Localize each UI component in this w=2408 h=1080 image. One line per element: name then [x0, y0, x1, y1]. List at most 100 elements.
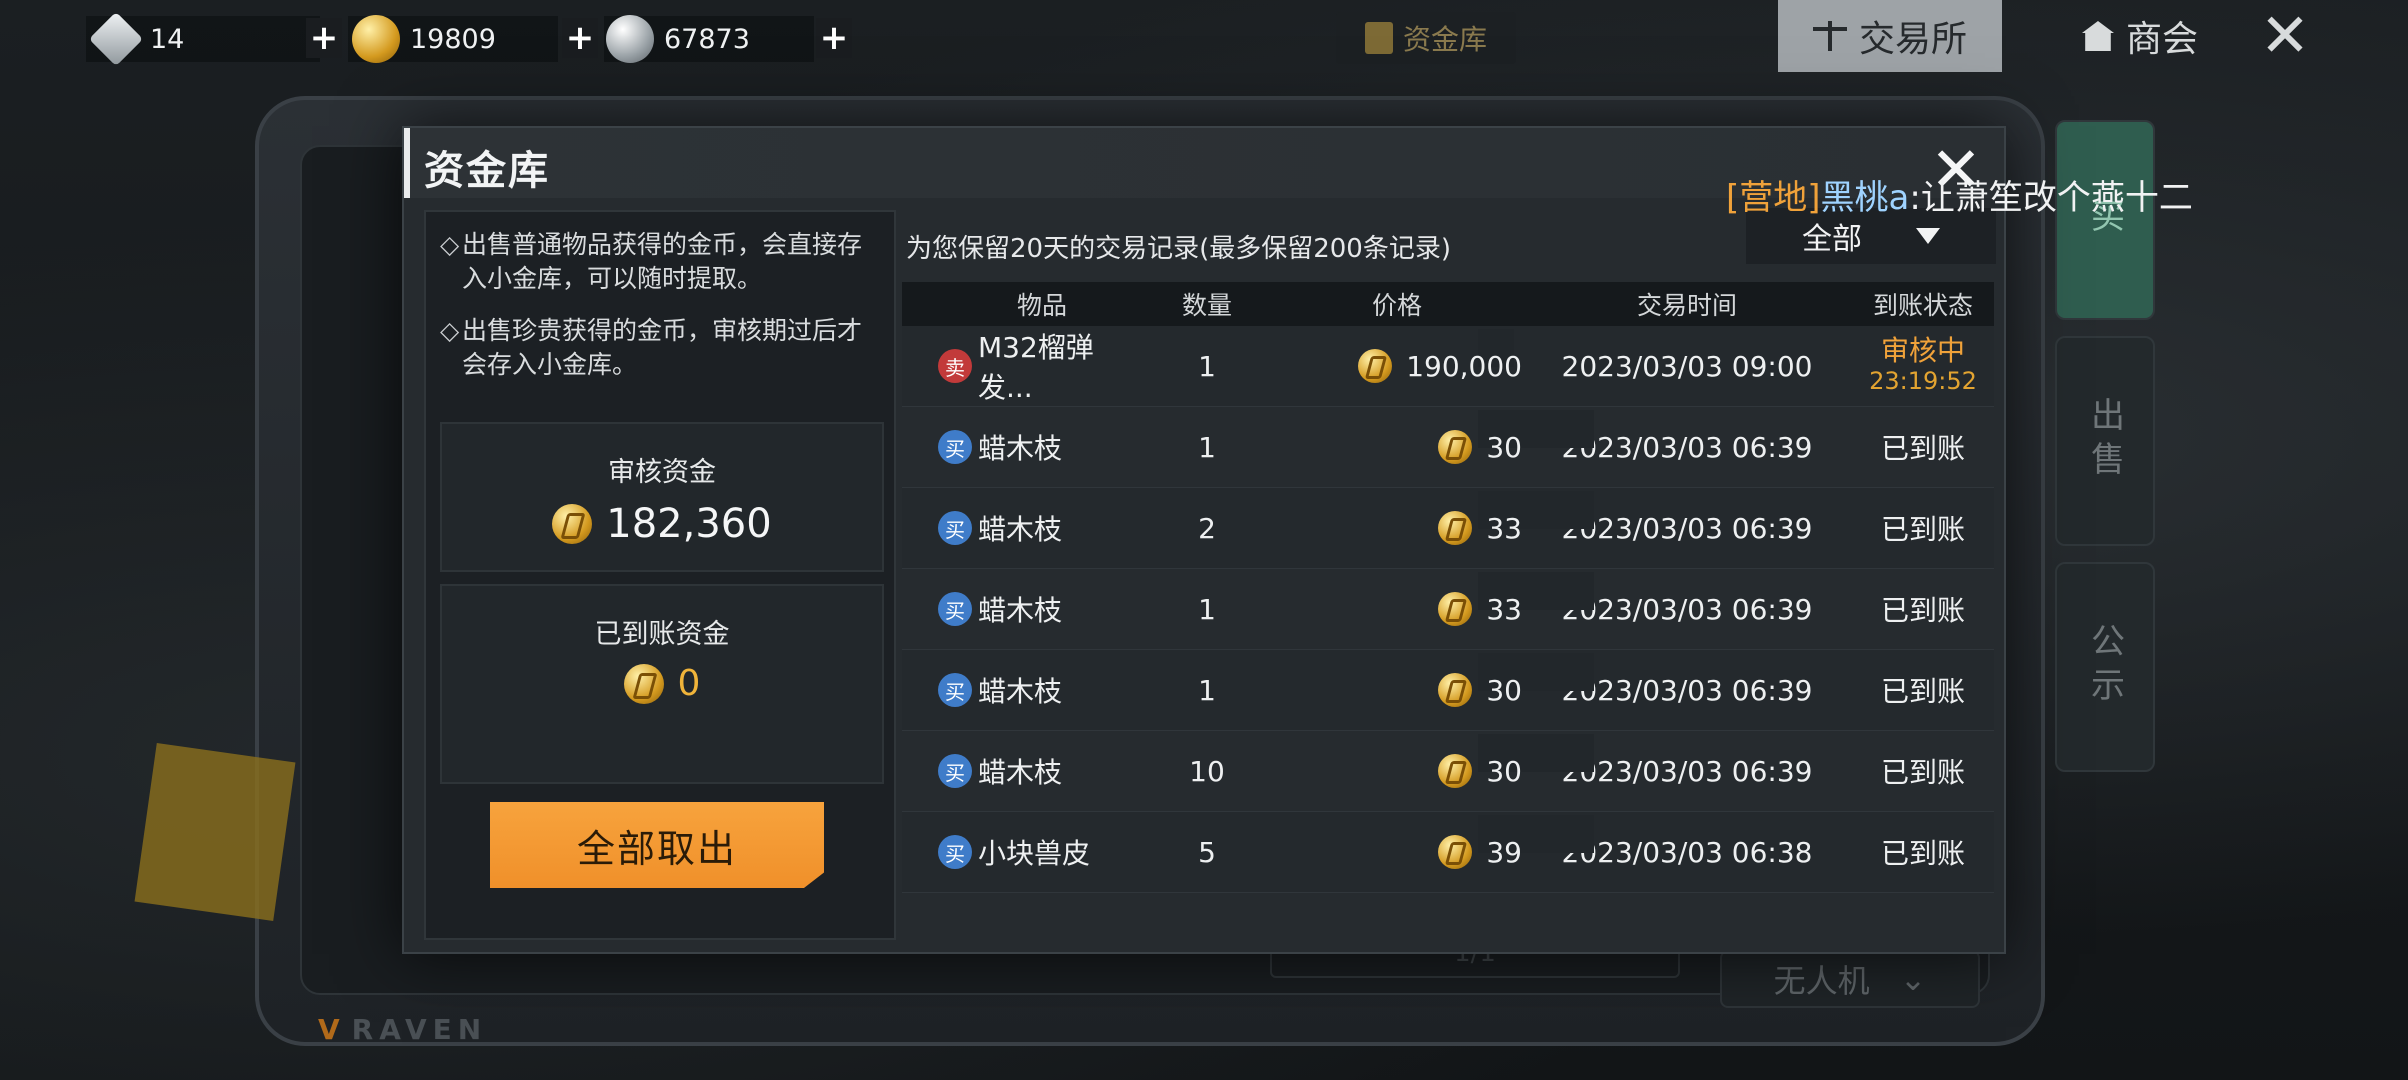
gold-coin-icon	[552, 504, 593, 544]
col-price: 价格	[1371, 291, 1422, 320]
status-text: 已到账	[1880, 513, 1965, 546]
row-time: 2023/03/03 09:00	[1561, 349, 1813, 383]
gold-coin-icon	[352, 15, 400, 63]
sticky-note-decoration	[134, 743, 296, 921]
price-value: 33	[1486, 511, 1522, 545]
table-row[interactable]: 卖 M32榴弹发... 1 190,000 2023/03/03 09:00 审核中 23:…	[902, 326, 1994, 407]
arrived-funds-box: 已到账资金 0	[440, 584, 884, 784]
chat-text: :让萧笙改个燕十二	[1909, 178, 2193, 218]
chat-sender: 黑桃a	[1820, 178, 1910, 218]
row-item: 买小块兽皮	[902, 832, 1142, 872]
col-time: 交易时间	[1636, 291, 1737, 320]
row-status: 审核中 23:19:52	[1852, 336, 1994, 396]
tab-guild-label: 商会	[2125, 19, 2198, 60]
tab-exchange-label: 交易所	[1858, 19, 1967, 60]
row-qty: 2	[1198, 511, 1216, 545]
vault-tab[interactable]: 资金库	[1336, 12, 1516, 64]
item-name: 蜡木枝	[978, 675, 1063, 708]
panel-title: 资金库	[424, 148, 550, 194]
vault-icon	[1364, 22, 1393, 54]
table-row[interactable]: 买蜡木枝 1 30 2023/03/03 06:39 已到账	[902, 650, 1994, 731]
side-tab-notice[interactable]: 公示	[2055, 562, 2155, 772]
add-silver-button[interactable]: +	[816, 18, 852, 58]
row-item: 买蜡木枝	[902, 670, 1142, 710]
status-text: 已到账	[1880, 594, 1965, 627]
diamond-bullet-icon: ◇	[440, 316, 460, 345]
records-note: 为您保留20天的交易记录(最多保留200条记录)	[906, 234, 1451, 264]
table-row[interactable]: 买蜡木枝 1 33 2023/03/03 06:39 已到账	[902, 569, 1994, 650]
col-status: 到账状态	[1872, 291, 1973, 320]
side-tab-sell[interactable]: 出售	[2055, 336, 2155, 546]
buy-badge-icon: 买	[938, 673, 972, 707]
price-value: 39	[1486, 835, 1522, 869]
status-text: 审核中	[1880, 334, 1965, 367]
gold-coin-icon	[1438, 673, 1473, 707]
add-gold-button[interactable]: +	[562, 18, 598, 58]
notice-precious: ◇ 出售珍贵获得的金币，审核期过后才会存入小金库。	[440, 316, 863, 379]
row-price: 33	[1272, 491, 1595, 547]
price-value: 30	[1486, 430, 1522, 464]
item-name: 蜡木枝	[978, 432, 1063, 465]
row-status: 已到账	[1852, 832, 1994, 872]
row-price: 39	[1272, 815, 1595, 871]
row-status: 已到账	[1852, 427, 1994, 467]
price-value: 30	[1486, 673, 1522, 707]
buy-badge-icon: 买	[938, 430, 972, 464]
row-item: 买蜡木枝	[902, 751, 1142, 791]
tab-exchange[interactable]: 交易所	[1778, 0, 2002, 72]
status-countdown: 23:19:52	[1869, 367, 1977, 395]
records-table[interactable]: 物品 数量 价格 交易时间 到账状态 卖 M32榴弹发... 1 190,000 202…	[902, 282, 1994, 924]
row-price: 30	[1272, 734, 1595, 790]
review-funds-label: 审核资金	[608, 457, 716, 488]
brand-logo: V RAVEN	[318, 1013, 488, 1046]
diamond-icon	[88, 11, 144, 67]
item-name: 蜡木枝	[978, 513, 1063, 546]
price-value: 190,000	[1406, 349, 1522, 383]
table-header: 物品 数量 价格 交易时间 到账状态	[902, 282, 1994, 326]
gold-coin-icon	[623, 663, 664, 704]
row-item: 买蜡木枝	[902, 508, 1142, 548]
tab-guild[interactable]: 商会	[2040, 0, 2240, 72]
house-icon	[2081, 21, 2114, 51]
row-qty: 1	[1198, 430, 1216, 464]
gold-coin-icon	[1438, 430, 1473, 464]
buy-badge-icon: 买	[938, 754, 972, 788]
close-exchange-button[interactable]: ✕	[2250, 0, 2320, 72]
table-row[interactable]: 买蜡木枝 1 30 2023/03/03 06:39 已到账	[902, 407, 1994, 488]
gold-coin-icon	[1358, 349, 1393, 383]
currency-silver: 67873	[606, 10, 750, 68]
sell-badge-icon: 卖	[938, 349, 972, 383]
row-qty: 1	[1198, 349, 1216, 383]
dropdown-value: 无人机	[1773, 962, 1870, 1000]
table-row[interactable]: 买蜡木枝 10 30 2023/03/03 06:39 已到账	[902, 731, 1994, 812]
table-row[interactable]: 买蜡木枝 2 33 2023/03/03 06:39 已到账	[902, 488, 1994, 569]
item-name: M32榴弹发...	[978, 331, 1094, 404]
currency-gold: 19809	[352, 10, 496, 68]
vault-summary: ◇ 出售普通物品获得的金币，会直接存入小金库，可以随时提取。 ◇ 出售珍贵获得的金币…	[424, 210, 896, 940]
add-diamond-button[interactable]: +	[306, 18, 342, 58]
col-item: 物品	[1016, 291, 1067, 320]
status-text: 已到账	[1880, 837, 1965, 870]
table-row[interactable]: 买小块兽皮 5 39 2023/03/03 06:38 已到账	[902, 812, 1994, 893]
gold-coin-icon	[1438, 592, 1473, 626]
price-value: 33	[1486, 592, 1522, 626]
item-name: 蜡木枝	[978, 594, 1063, 627]
scale-icon	[1812, 19, 1847, 53]
arrived-funds-label: 已到账资金	[594, 619, 730, 650]
triangle-down-icon	[1916, 228, 1940, 244]
row-qty: 5	[1198, 835, 1216, 869]
row-qty: 10	[1189, 754, 1225, 788]
diamond-count: 14	[150, 23, 185, 55]
background-category-dropdown[interactable]: 无人机 ⌄	[1720, 950, 1980, 1008]
vault-panel: 资金库 ✕ ◇ 出售普通物品获得的金币，会直接存入小金库，可以随时提取。 ◇ 出售珍…	[402, 126, 2006, 954]
side-tab-buy[interactable]: 买	[2055, 120, 2155, 320]
withdraw-all-button[interactable]: 全部取出	[490, 802, 824, 888]
chevron-down-icon: ⌄	[1899, 960, 1927, 998]
row-status: 已到账	[1852, 508, 1994, 548]
row-qty: 1	[1198, 673, 1216, 707]
row-qty: 1	[1198, 592, 1216, 626]
background-side-tabs: 买 出售 公示	[2055, 120, 2155, 788]
close-icon: ✕	[2259, 1, 2311, 71]
chat-message: [营地]黑桃a:让萧笙改个燕十二	[1726, 170, 2193, 219]
buy-badge-icon: 买	[938, 511, 972, 545]
